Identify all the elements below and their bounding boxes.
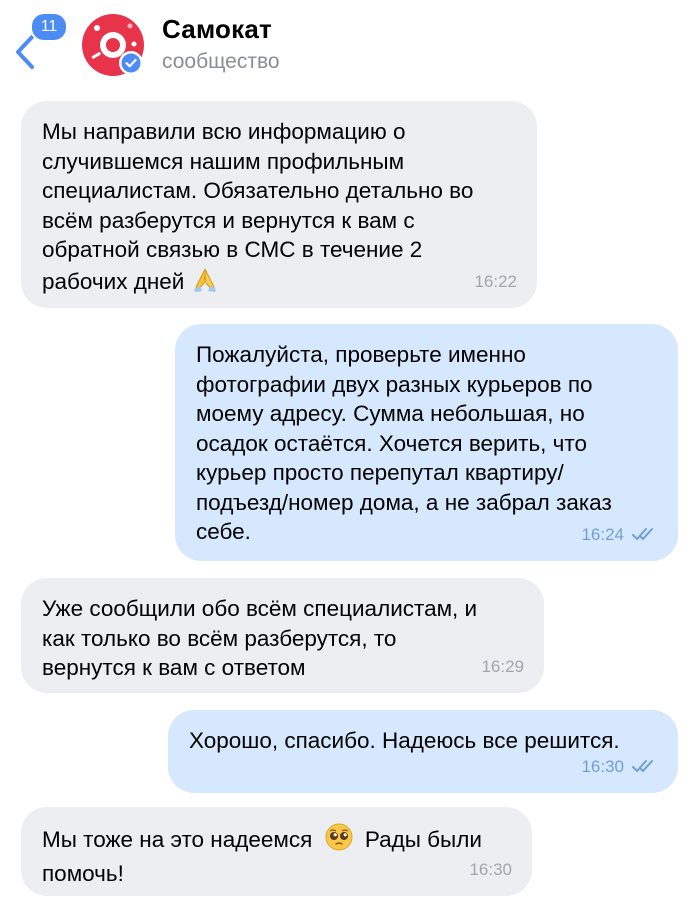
folded-hands-emoji [191,265,219,301]
message-text: Хорошо, спасибо. Надеюсь все решится. [189,728,620,753]
message-meta: 16:29 [481,652,524,682]
message-bubble-incoming[interactable]: Уже сообщили обо всём специалистам, и ка… [21,578,544,693]
message-text: Пожалуйста, проверьте именно фотографии … [196,342,612,544]
message-meta: 16:30 [469,855,512,885]
message-time: 16:29 [481,656,524,676]
chat-title[interactable]: Самокат [162,14,272,45]
message-meta: 16:24 [581,520,658,550]
message-bubble-incoming[interactable]: Мы направили всю информацию о случившемс… [21,101,537,308]
message-text: Уже сообщили обо всём специалистам, и ка… [42,596,478,680]
verified-icon [119,51,143,75]
double-check-icon [632,528,653,541]
message-time: 16:30 [581,756,624,776]
message-meta: 16:22 [474,267,517,297]
message-time: 16:30 [469,859,512,879]
message-bubble-incoming[interactable]: Мы тоже на это надеемся Рады были помочь… [21,807,532,896]
double-check-icon [632,760,653,773]
message-bubble-outgoing[interactable]: Пожалуйста, проверьте именно фотографии … [175,324,678,561]
chat-header: 11 Самокат сообщество [0,0,700,96]
message-time: 16:22 [474,271,517,291]
avatar[interactable] [82,14,144,76]
message-time: 16:24 [581,524,624,544]
unread-count-badge: 11 [30,12,68,42]
message-text: Мы тоже на это надеемся [42,827,313,852]
chevron-left-icon [16,35,34,69]
message-bubble-outgoing[interactable]: Хорошо, спасибо. Надеюсь все решится. 16… [168,710,678,793]
back-button[interactable]: 11 [14,12,68,69]
chat-subtitle: сообщество [162,50,280,73]
message-text: Мы направили всю информацию о случившемс… [42,119,474,294]
pleading-face-emoji [325,823,353,859]
message-meta: 16:30 [581,752,658,782]
